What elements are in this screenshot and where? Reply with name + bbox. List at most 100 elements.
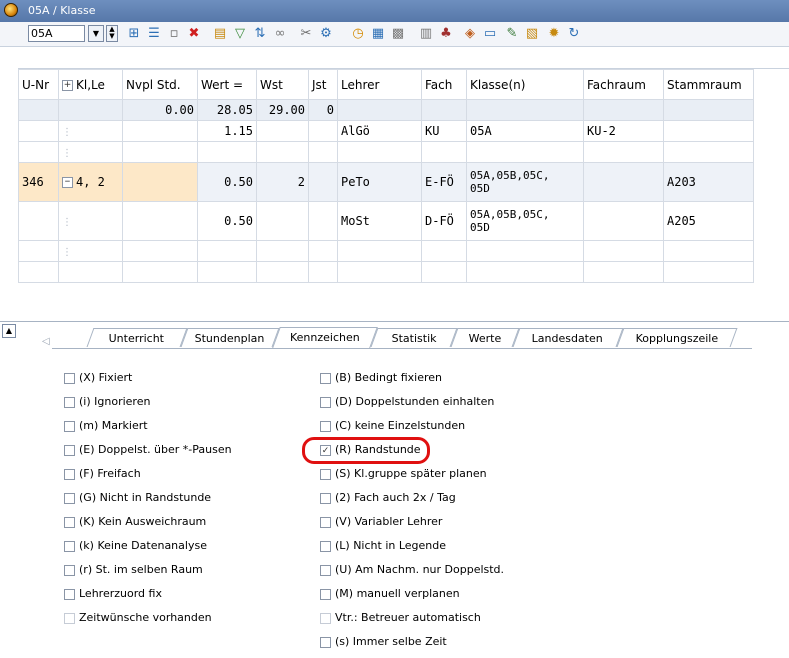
flag-doppelstunden[interactable]: (D) Doppelstunden einhalten	[320, 394, 494, 410]
checkbox[interactable]	[320, 588, 331, 600]
link-icon[interactable]: ∞	[272, 26, 288, 42]
edit-icon[interactable]: ✎	[504, 26, 520, 42]
spin-arrows-icon[interactable]: ▲ ▼	[106, 25, 118, 42]
delete-icon[interactable]: ✖	[186, 26, 202, 42]
tab-landesdaten[interactable]: Landesdaten	[512, 328, 624, 347]
tab-kennzeichen[interactable]: Kennzeichen	[272, 327, 378, 348]
calendar-icon[interactable]: ▦	[370, 26, 386, 42]
tab-werte[interactable]: Werte	[450, 328, 520, 347]
document-icon[interactable]: ▧	[524, 26, 540, 42]
flag-markiert[interactable]: (m) Markiert	[64, 418, 148, 434]
puzzle-icon[interactable]: ◈	[462, 26, 478, 42]
chevron-down-icon[interactable]: ▼	[88, 25, 104, 42]
col-header-lehrer[interactable]: Lehrer	[337, 69, 422, 100]
expand-all-icon[interactable]: ⊞	[126, 26, 142, 42]
annotation-highlight	[302, 437, 430, 464]
flag-zeitwuensche[interactable]: Zeitwünsche vorhanden	[64, 610, 212, 626]
flag-variabler-lehrer[interactable]: (V) Variabler Lehrer	[320, 514, 442, 530]
table-row[interactable]: ⋮ 1.15 AlGö KU 05A KU-2	[18, 120, 754, 142]
col-header-stammraum[interactable]: Stammraum	[663, 69, 754, 100]
tab-kopplungszeile[interactable]: Kopplungszeile	[616, 328, 738, 347]
flag-fach-2x[interactable]: (2) Fach auch 2x / Tag	[320, 490, 456, 506]
list-icon[interactable]: ☰	[146, 26, 162, 42]
collapse-panel-button[interactable]: ▲	[2, 324, 16, 338]
checkbox[interactable]	[64, 468, 75, 480]
row-header-strip	[0, 68, 19, 314]
tab-unterricht[interactable]: Unterricht	[86, 328, 188, 347]
table-row-selected[interactable]: 346 −4, 2 0.50 2 PeTo E-FÖ 05A,05B,05C, 0…	[18, 162, 754, 202]
flag-keine-datenanalyse[interactable]: (k) Keine Datenanalyse	[64, 538, 207, 554]
tab-stundenplan[interactable]: Stundenplan	[180, 328, 280, 347]
flag-fixiert[interactable]: (X) Fixiert	[64, 370, 132, 386]
checkbox[interactable]	[320, 516, 331, 528]
tab-scroll-left-icon[interactable]: ◁	[42, 336, 50, 347]
flag-klgruppe-spaeter[interactable]: (S) Kl.gruppe später planen	[320, 466, 487, 482]
class-select[interactable]: 05A	[28, 25, 85, 42]
col-header-nvpl[interactable]: Nvpl Std.	[122, 69, 198, 100]
checkbox[interactable]	[320, 612, 331, 624]
sort-icon[interactable]: ⇅	[252, 26, 268, 42]
filter-icon[interactable]: ▽	[232, 26, 248, 42]
flag-keine-einzelstunden[interactable]: (C) keine Einzelstunden	[320, 418, 465, 434]
col-header-klasse[interactable]: Klasse(n)	[466, 69, 584, 100]
grid-icon[interactable]: ▩	[390, 26, 406, 42]
table-row[interactable]: ⋮	[18, 240, 754, 262]
flag-betreuer-automatisch[interactable]: Vtr.: Betreuer automatisch	[320, 610, 481, 626]
flag-bedingt-fixieren[interactable]: (B) Bedingt fixieren	[320, 370, 442, 386]
checkbox[interactable]	[320, 468, 331, 480]
settings-icon[interactable]: ✹	[546, 26, 562, 42]
clock-icon[interactable]: ◷	[350, 26, 366, 42]
checkbox[interactable]	[320, 396, 331, 408]
sum-row: 0.00 28.05 29.00 0	[18, 99, 754, 121]
checkbox[interactable]	[64, 396, 75, 408]
flag-selber-raum[interactable]: (r) St. im selben Raum	[64, 562, 203, 578]
checkbox[interactable]	[320, 492, 331, 504]
collapse-icon[interactable]: −	[62, 177, 73, 188]
checkbox[interactable]	[64, 516, 75, 528]
flag-kein-ausweichraum[interactable]: (K) Kein Ausweichraum	[64, 514, 206, 530]
lessons-grid: U-Nr + Kl,Le Nvpl Std. Wert = Wst Jst Leh…	[18, 68, 789, 315]
checkbox[interactable]	[64, 372, 75, 384]
checkbox[interactable]	[320, 540, 331, 552]
flag-nachm-doppelstd[interactable]: (U) Am Nachm. nur Doppelstd.	[320, 562, 504, 578]
tools-icon[interactable]: ✂	[298, 26, 314, 42]
table-row[interactable]: ⋮	[18, 141, 754, 163]
checkbox[interactable]	[64, 492, 75, 504]
refresh-icon[interactable]: ↻	[566, 26, 582, 42]
col-header-fachraum[interactable]: Fachraum	[583, 69, 664, 100]
tab-statistik[interactable]: Statistik	[370, 328, 458, 347]
flag-manuell-verplanen[interactable]: (M) manuell verplanen	[320, 586, 460, 602]
checkbox[interactable]	[64, 588, 75, 600]
checkbox[interactable]	[64, 540, 75, 552]
flag-doppelst-pausen[interactable]: (E) Doppelst. über *-Pausen	[64, 442, 232, 458]
flag-nicht-in-legende[interactable]: (L) Nicht in Legende	[320, 538, 446, 554]
checkbox[interactable]	[320, 564, 331, 576]
checkbox[interactable]	[320, 420, 331, 432]
col-header-fach[interactable]: Fach	[421, 69, 467, 100]
flag-lehrerzuord-fix[interactable]: Lehrerzuord fix	[64, 586, 162, 602]
checkbox[interactable]	[64, 612, 75, 624]
checkbox[interactable]	[320, 372, 331, 384]
flag-freifach[interactable]: (F) Freifach	[64, 466, 141, 482]
window-icon[interactable]: ▭	[482, 26, 498, 42]
report-icon[interactable]: ▤	[212, 26, 228, 42]
checkbox[interactable]	[64, 444, 75, 456]
people-icon[interactable]: ♣	[438, 26, 454, 42]
flag-immer-selbe-zeit[interactable]: (s) Immer selbe Zeit	[320, 634, 447, 650]
col-header-wert[interactable]: Wert =	[197, 69, 257, 100]
table-row[interactable]: ⋮ 0.50 MoSt D-FÖ 05A,05B,05C, 05D A205	[18, 201, 754, 241]
new-icon[interactable]: ▫	[166, 26, 182, 42]
col-header-wst[interactable]: Wst	[256, 69, 309, 100]
table-row[interactable]	[18, 261, 754, 283]
expand-icon[interactable]: +	[62, 79, 73, 91]
flag-nicht-in-randstunde[interactable]: (G) Nicht in Randstunde	[64, 490, 211, 506]
checkbox[interactable]	[64, 420, 75, 432]
col-header-unr[interactable]: U-Nr	[18, 69, 59, 100]
col-header-jst[interactable]: Jst	[308, 69, 338, 100]
checkbox[interactable]	[320, 636, 331, 648]
columns-icon[interactable]: ▥	[418, 26, 434, 42]
checkbox[interactable]	[64, 564, 75, 576]
flag-ignorieren[interactable]: (i) Ignorieren	[64, 394, 150, 410]
col-header-klle[interactable]: + Kl,Le	[58, 69, 123, 100]
assign-icon[interactable]: ⚙	[318, 26, 334, 42]
